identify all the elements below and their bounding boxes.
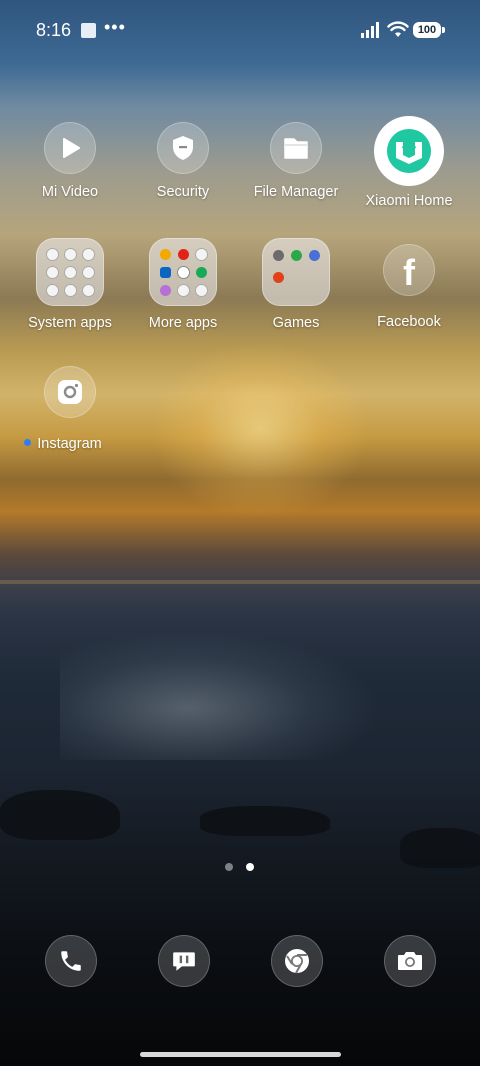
app-facebook[interactable]: f Facebook <box>353 244 465 330</box>
wave-splash <box>60 630 380 760</box>
app-label: Security <box>156 184 210 200</box>
horizon-line <box>0 580 480 584</box>
home-gesture-bar[interactable] <box>140 1052 341 1057</box>
sunset-glow <box>150 340 370 520</box>
dock-messages[interactable] <box>158 935 210 987</box>
status-time: 8:16 <box>36 20 72 40</box>
chrome-icon <box>285 949 309 974</box>
app-label: Instagram <box>37 436 102 452</box>
rock <box>400 828 480 868</box>
folder-more-apps[interactable]: More apps <box>127 238 239 331</box>
folder-icon <box>270 122 322 174</box>
mi-home-icon <box>374 116 444 186</box>
app-instagram[interactable]: Instagram <box>14 366 126 452</box>
app-file-manager[interactable]: File Manager <box>240 122 352 200</box>
rock <box>0 790 120 840</box>
play-icon <box>44 122 96 174</box>
notification-square-icon <box>81 23 96 38</box>
app-label: System apps <box>28 315 112 331</box>
signal-icon <box>361 22 379 38</box>
folder-icon <box>36 238 104 306</box>
app-label: File Manager <box>253 184 339 200</box>
rock <box>200 806 330 836</box>
shield-icon <box>157 122 209 174</box>
new-install-badge <box>24 438 32 446</box>
dock-camera[interactable] <box>384 935 436 987</box>
app-label: More apps <box>148 315 218 331</box>
phone-icon <box>61 951 81 971</box>
more-notifications-icon: ••• <box>104 17 126 37</box>
battery-icon: 100 <box>413 22 445 38</box>
app-label: Facebook <box>377 314 441 330</box>
app-security[interactable]: Security <box>127 122 239 200</box>
app-xiaomi-home[interactable]: Xiaomi Home <box>353 116 465 209</box>
folder-icon <box>149 238 217 306</box>
app-mi-video[interactable]: Mi Video <box>14 122 126 200</box>
status-bar: 8:16 ••• 100 <box>0 0 480 60</box>
wifi-icon <box>387 21 409 37</box>
page-dot[interactable] <box>225 863 233 871</box>
page-indicator <box>225 863 265 873</box>
folder-system-apps[interactable]: System apps <box>14 238 126 331</box>
instagram-icon <box>44 366 96 418</box>
folder-icon <box>262 238 330 306</box>
messages-icon <box>173 952 195 971</box>
battery-level: 100 <box>413 22 441 38</box>
page-dot-active[interactable] <box>246 863 254 871</box>
dock-phone[interactable] <box>45 935 97 987</box>
app-label: Games <box>272 315 320 331</box>
camera-icon <box>398 952 422 970</box>
facebook-icon: f <box>383 244 435 296</box>
dock-chrome[interactable] <box>271 935 323 987</box>
folder-games[interactable]: Games <box>240 238 352 331</box>
app-label: Xiaomi Home <box>365 193 453 209</box>
app-label: Mi Video <box>41 184 99 200</box>
